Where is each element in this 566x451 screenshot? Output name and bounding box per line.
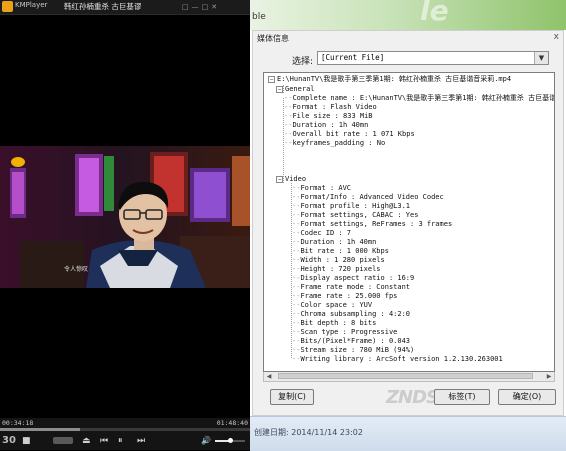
tree-general-label: General <box>285 85 315 93</box>
kmplayer-logo-icon <box>2 1 13 12</box>
pause-icon[interactable]: ⏸ <box>118 436 123 446</box>
scroll-right-icon[interactable]: ▶ <box>544 372 554 381</box>
ok-button[interactable]: 确定(O) <box>498 389 556 405</box>
file-select-dropdown[interactable]: [Current File] ▼ <box>317 51 549 65</box>
tree-item-text: Frame rate : 25.000 fps <box>300 292 398 300</box>
tree-item-text: Writing library : ArcSoft version 1.2.13… <box>300 355 503 363</box>
previous-icon[interactable]: ⏮ <box>100 436 108 446</box>
tree-item-text: keyframes_padding : No <box>292 139 386 147</box>
tree-item-text: Codec ID : 7 <box>300 229 352 237</box>
seek-bar[interactable] <box>0 428 250 431</box>
collapse-icon[interactable]: − <box>268 75 275 83</box>
total-time: 01:48:40 <box>216 419 248 427</box>
volume-icon[interactable]: 🔊 <box>201 436 211 446</box>
tree-item-text: Scan type : Progressive <box>300 328 398 336</box>
player-control-bar: 00:34:18 01:48:40 30 ■ ⏏ ⏮ ⏸ ⏭ 🔊 <box>0 418 250 450</box>
format-badge <box>53 437 73 444</box>
tree-item-text: Format settings, ReFrames : 3 frames <box>300 220 453 228</box>
video-scene-image <box>0 146 250 288</box>
tree-root-node[interactable]: − E:\HunanTV\我是歌手第三季第1期: 韩红孙楠重杀 古巨基谐音采莉.m… <box>268 74 511 84</box>
horizontal-scrollbar[interactable]: ◀ ▶ <box>263 372 555 382</box>
tree-item-text: Color space : YUV <box>300 301 373 309</box>
media-info-dialog: 媒体信息 x 选择: [Current File] ▼ − E:\HunanTV\… <box>252 30 564 416</box>
title-decoration-text: le <box>420 0 449 27</box>
copy-button[interactable]: 复制(C) <box>270 389 314 405</box>
dialog-close-icon[interactable]: x <box>554 32 559 42</box>
tree-item-text: Width : 1 280 pixels <box>300 256 385 264</box>
media-info-tree[interactable]: − E:\HunanTV\我是歌手第三季第1期: 韩红孙楠重杀 古巨基谐音采莉.m… <box>263 72 555 372</box>
tree-item[interactable]: --keyframes_padding : No <box>284 138 385 148</box>
tree-item-text: Duration : 1h 40mn <box>300 238 377 246</box>
window-title-bar: ble le <box>250 0 566 30</box>
player-window-controls: □ — □ ✕ <box>182 0 248 14</box>
tree-item[interactable]: --Writing library : ArcSoft version 1.2.… <box>292 354 503 364</box>
dialog-title: 媒体信息 <box>257 34 289 43</box>
file-select-value: [Current File] <box>321 53 385 62</box>
player-title-bar: KMPlayer 韩红孙楠重杀 古巨基谬 □ — □ ✕ <box>0 0 250 15</box>
tree-item-text: Format settings, CABAC : Yes <box>300 211 419 219</box>
tree-item-text: Format : Flash Video <box>292 103 377 111</box>
player-file-title: 韩红孙楠重杀 古巨基谬 <box>64 2 142 11</box>
collapse-icon[interactable]: − <box>276 85 283 93</box>
video-subtitle: 令人惊叹 <box>64 266 89 273</box>
select-label: 选择: <box>292 57 314 67</box>
scroll-left-icon[interactable]: ◀ <box>264 372 274 381</box>
tree-item-text: File size : 833 MiB <box>292 112 373 120</box>
collapse-icon[interactable]: − <box>276 175 283 183</box>
speed-label[interactable]: 30 <box>2 435 16 446</box>
window-title-fragment: ble <box>252 12 266 22</box>
player-minimize-icon[interactable]: — <box>192 0 199 14</box>
tag-button[interactable]: 标签(T) <box>434 389 490 405</box>
video-frame[interactable]: 令人惊叹 <box>0 146 250 288</box>
tree-item-text: Format/Info : Advanced Video Codec <box>300 193 444 201</box>
next-icon[interactable]: ⏭ <box>137 436 145 446</box>
player-app-name: KMPlayer <box>15 1 48 9</box>
elapsed-time: 00:34:18 <box>2 419 34 427</box>
tree-root-label: E:\HunanTV\我是歌手第三季第1期: 韩红孙楠重杀 古巨基谐音采莉.mp… <box>277 75 512 83</box>
player-maximize-icon[interactable]: □ <box>202 0 209 14</box>
stop-icon[interactable]: ■ <box>22 436 31 446</box>
tree-item-text: Overall bit rate : 1 071 Kbps <box>292 130 415 138</box>
kmplayer-window: KMPlayer 韩红孙楠重杀 古巨基谬 □ — □ ✕ 令人惊叹 00:34:… <box>0 0 250 450</box>
tree-item-text: Bit rate : 1 000 Kbps <box>300 247 389 255</box>
tree-item-text: Format profile : High@L3.1 <box>300 202 411 210</box>
tree-video-label: Video <box>285 175 307 183</box>
player-close-icon[interactable]: ✕ <box>211 0 217 14</box>
tree-item-text: Bits/(Pixel*Frame) : 0.043 <box>300 337 411 345</box>
tree-item-text: Chroma subsampling : 4:2:0 <box>300 310 411 318</box>
tree-item-text: Format : AVC <box>300 184 352 192</box>
volume-slider-knob[interactable] <box>228 438 233 443</box>
chevron-down-icon[interactable]: ▼ <box>534 52 548 64</box>
media-info-window: ble le 媒体信息 x 选择: [Current File] ▼ − E:\H… <box>250 0 566 451</box>
tree-item-text: Frame rate mode : Constant <box>300 283 411 291</box>
tree-item-text: Display aspect ratio : 16:9 <box>300 274 415 282</box>
status-bar: 创建日期: 2014/11/14 23:02 <box>250 416 566 451</box>
tree-item-text: Duration : 1h 40mn <box>292 121 369 129</box>
eject-icon[interactable]: ⏏ <box>82 436 91 446</box>
player-pin-icon[interactable]: □ <box>182 0 189 14</box>
created-date: 创建日期: 2014/11/14 23:02 <box>254 428 363 437</box>
volume-slider[interactable] <box>215 438 245 443</box>
tree-item-text: Stream size : 780 MiB (94%) <box>300 346 415 354</box>
tree-item-text: Complete name : E:\HunanTV\我是歌手第三季第1期: 韩… <box>292 94 555 102</box>
tree-item-text: Height : 720 pixels <box>300 265 381 273</box>
tree-item-text: Bit depth : 8 bits <box>300 319 377 327</box>
scrollbar-thumb[interactable] <box>278 373 533 379</box>
seek-bar-fill <box>0 428 80 431</box>
